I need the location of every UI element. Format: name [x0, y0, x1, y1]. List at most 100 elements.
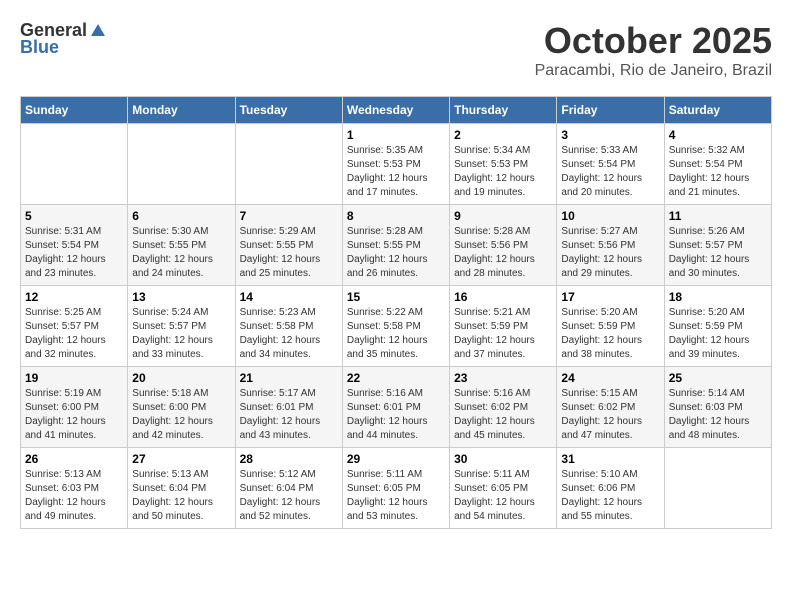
- day-info: Sunrise: 5:20 AM Sunset: 5:59 PM Dayligh…: [669, 306, 767, 362]
- day-number: 25: [669, 371, 767, 385]
- calendar-cell: 9 Sunrise: 5:28 AM Sunset: 5:56 PM Daylig…: [450, 205, 557, 286]
- day-number: 17: [561, 290, 659, 304]
- calendar-cell: 1Sunrise: 5:35 AM Sunset: 5:53 PM Daylig…: [342, 124, 449, 205]
- day-number: 28: [240, 452, 338, 466]
- calendar-cell: [664, 448, 771, 529]
- calendar-cell: 16 Sunrise: 5:21 AM Sunset: 5:59 PM Dayli…: [450, 286, 557, 367]
- calendar-cell: 22 Sunrise: 5:16 AM Sunset: 6:01 PM Dayli…: [342, 367, 449, 448]
- day-info: Sunrise: 5:28 AM Sunset: 5:56 PM Dayligh…: [454, 225, 552, 281]
- calendar-cell: 13 Sunrise: 5:24 AM Sunset: 5:57 PM Dayli…: [128, 286, 235, 367]
- day-number: 16: [454, 290, 552, 304]
- day-number: 1: [347, 128, 445, 142]
- day-number: 29: [347, 452, 445, 466]
- calendar-cell: 17 Sunrise: 5:20 AM Sunset: 5:59 PM Dayli…: [557, 286, 664, 367]
- day-number: 30: [454, 452, 552, 466]
- day-info: Sunrise: 5:20 AM Sunset: 5:59 PM Dayligh…: [561, 306, 659, 362]
- calendar-cell: 31 Sunrise: 5:10 AM Sunset: 6:06 PM Dayli…: [557, 448, 664, 529]
- day-number: 19: [25, 371, 123, 385]
- day-info: Sunrise: 5:29 AM Sunset: 5:55 PM Dayligh…: [240, 225, 338, 281]
- day-info: Sunrise: 5:22 AM Sunset: 5:58 PM Dayligh…: [347, 306, 445, 362]
- day-number: 20: [132, 371, 230, 385]
- calendar-cell: 15 Sunrise: 5:22 AM Sunset: 5:58 PM Dayli…: [342, 286, 449, 367]
- calendar-cell: 2 Sunrise: 5:34 AM Sunset: 5:53 PM Daylig…: [450, 124, 557, 205]
- day-header-friday: Friday: [557, 97, 664, 124]
- day-info: Sunrise: 5:32 AM Sunset: 5:54 PM Dayligh…: [669, 144, 767, 200]
- day-info: Sunrise: 5:25 AM Sunset: 5:57 PM Dayligh…: [25, 306, 123, 362]
- month-title: October 2025: [535, 20, 772, 62]
- day-number: 7: [240, 209, 338, 223]
- day-number: 8: [347, 209, 445, 223]
- calendar-cell: 23 Sunrise: 5:16 AM Sunset: 6:02 PM Dayli…: [450, 367, 557, 448]
- day-info: Sunrise: 5:28 AM Sunset: 5:55 PM Dayligh…: [347, 225, 445, 281]
- day-number: 9: [454, 209, 552, 223]
- day-info: Sunrise: 5:33 AM Sunset: 5:54 PM Dayligh…: [561, 144, 659, 200]
- day-number: 12: [25, 290, 123, 304]
- day-number: 3: [561, 128, 659, 142]
- day-number: 13: [132, 290, 230, 304]
- calendar-cell: 27Sunrise: 5:13 AM Sunset: 6:04 PM Dayli…: [128, 448, 235, 529]
- title-area: October 2025 Paracambi, Rio de Janeiro, …: [535, 20, 772, 80]
- day-info: Sunrise: 5:21 AM Sunset: 5:59 PM Dayligh…: [454, 306, 552, 362]
- calendar-cell: 11Sunrise: 5:26 AM Sunset: 5:57 PM Dayli…: [664, 205, 771, 286]
- day-info: Sunrise: 5:26 AM Sunset: 5:57 PM Dayligh…: [669, 225, 767, 281]
- calendar-week-5: 26 Sunrise: 5:13 AM Sunset: 6:03 PM Dayli…: [21, 448, 772, 529]
- calendar-cell: [21, 124, 128, 205]
- calendar-cell: 30 Sunrise: 5:11 AM Sunset: 6:05 PM Dayli…: [450, 448, 557, 529]
- logo-icon: [89, 22, 107, 40]
- day-header-wednesday: Wednesday: [342, 97, 449, 124]
- calendar-cell: 7 Sunrise: 5:29 AM Sunset: 5:55 PM Daylig…: [235, 205, 342, 286]
- day-info: Sunrise: 5:10 AM Sunset: 6:06 PM Dayligh…: [561, 468, 659, 524]
- calendar-week-3: 12 Sunrise: 5:25 AM Sunset: 5:57 PM Dayli…: [21, 286, 772, 367]
- calendar-cell: 20 Sunrise: 5:18 AM Sunset: 6:00 PM Dayli…: [128, 367, 235, 448]
- day-info: Sunrise: 5:18 AM Sunset: 6:00 PM Dayligh…: [132, 387, 230, 443]
- logo-blue: Blue: [20, 37, 59, 58]
- day-info: Sunrise: 5:11 AM Sunset: 6:05 PM Dayligh…: [347, 468, 445, 524]
- day-number: 10: [561, 209, 659, 223]
- day-info: Sunrise: 5:19 AM Sunset: 6:00 PM Dayligh…: [25, 387, 123, 443]
- calendar-week-4: 19 Sunrise: 5:19 AM Sunset: 6:00 PM Dayli…: [21, 367, 772, 448]
- calendar-cell: 18 Sunrise: 5:20 AM Sunset: 5:59 PM Dayli…: [664, 286, 771, 367]
- header: General Blue October 2025 Paracambi, Rio…: [20, 20, 772, 80]
- day-info: Sunrise: 5:30 AM Sunset: 5:55 PM Dayligh…: [132, 225, 230, 281]
- day-number: 23: [454, 371, 552, 385]
- day-info: Sunrise: 5:31 AM Sunset: 5:54 PM Dayligh…: [25, 225, 123, 281]
- day-info: Sunrise: 5:23 AM Sunset: 5:58 PM Dayligh…: [240, 306, 338, 362]
- day-info: Sunrise: 5:13 AM Sunset: 6:03 PM Dayligh…: [25, 468, 123, 524]
- day-header-sunday: Sunday: [21, 97, 128, 124]
- day-info: Sunrise: 5:12 AM Sunset: 6:04 PM Dayligh…: [240, 468, 338, 524]
- day-info: Sunrise: 5:14 AM Sunset: 6:03 PM Dayligh…: [669, 387, 767, 443]
- day-number: 15: [347, 290, 445, 304]
- day-number: 5: [25, 209, 123, 223]
- logo: General Blue: [20, 20, 109, 58]
- day-info: Sunrise: 5:16 AM Sunset: 6:02 PM Dayligh…: [454, 387, 552, 443]
- calendar-cell: 5 Sunrise: 5:31 AM Sunset: 5:54 PM Daylig…: [21, 205, 128, 286]
- day-number: 31: [561, 452, 659, 466]
- day-info: Sunrise: 5:24 AM Sunset: 5:57 PM Dayligh…: [132, 306, 230, 362]
- day-info: Sunrise: 5:13 AM Sunset: 6:04 PM Dayligh…: [132, 468, 230, 524]
- calendar-cell: 12 Sunrise: 5:25 AM Sunset: 5:57 PM Dayli…: [21, 286, 128, 367]
- day-number: 18: [669, 290, 767, 304]
- calendar-cell: 25 Sunrise: 5:14 AM Sunset: 6:03 PM Dayli…: [664, 367, 771, 448]
- day-header-monday: Monday: [128, 97, 235, 124]
- day-info: Sunrise: 5:15 AM Sunset: 6:02 PM Dayligh…: [561, 387, 659, 443]
- day-number: 21: [240, 371, 338, 385]
- day-number: 22: [347, 371, 445, 385]
- day-number: 2: [454, 128, 552, 142]
- day-info: Sunrise: 5:27 AM Sunset: 5:56 PM Dayligh…: [561, 225, 659, 281]
- day-info: Sunrise: 5:34 AM Sunset: 5:53 PM Dayligh…: [454, 144, 552, 200]
- day-header-tuesday: Tuesday: [235, 97, 342, 124]
- calendar-cell: 19 Sunrise: 5:19 AM Sunset: 6:00 PM Dayli…: [21, 367, 128, 448]
- calendar-cell: 4Sunrise: 5:32 AM Sunset: 5:54 PM Daylig…: [664, 124, 771, 205]
- day-info: Sunrise: 5:11 AM Sunset: 6:05 PM Dayligh…: [454, 468, 552, 524]
- day-number: 26: [25, 452, 123, 466]
- calendar-cell: 3 Sunrise: 5:33 AM Sunset: 5:54 PM Daylig…: [557, 124, 664, 205]
- day-info: Sunrise: 5:16 AM Sunset: 6:01 PM Dayligh…: [347, 387, 445, 443]
- calendar-cell: 14Sunrise: 5:23 AM Sunset: 5:58 PM Dayli…: [235, 286, 342, 367]
- location-title: Paracambi, Rio de Janeiro, Brazil: [535, 62, 772, 80]
- calendar-cell: 6Sunrise: 5:30 AM Sunset: 5:55 PM Daylig…: [128, 205, 235, 286]
- day-number: 24: [561, 371, 659, 385]
- calendar-week-2: 5 Sunrise: 5:31 AM Sunset: 5:54 PM Daylig…: [21, 205, 772, 286]
- calendar-cell: [235, 124, 342, 205]
- day-header-saturday: Saturday: [664, 97, 771, 124]
- calendar-table: SundayMondayTuesdayWednesdayThursdayFrid…: [20, 96, 772, 529]
